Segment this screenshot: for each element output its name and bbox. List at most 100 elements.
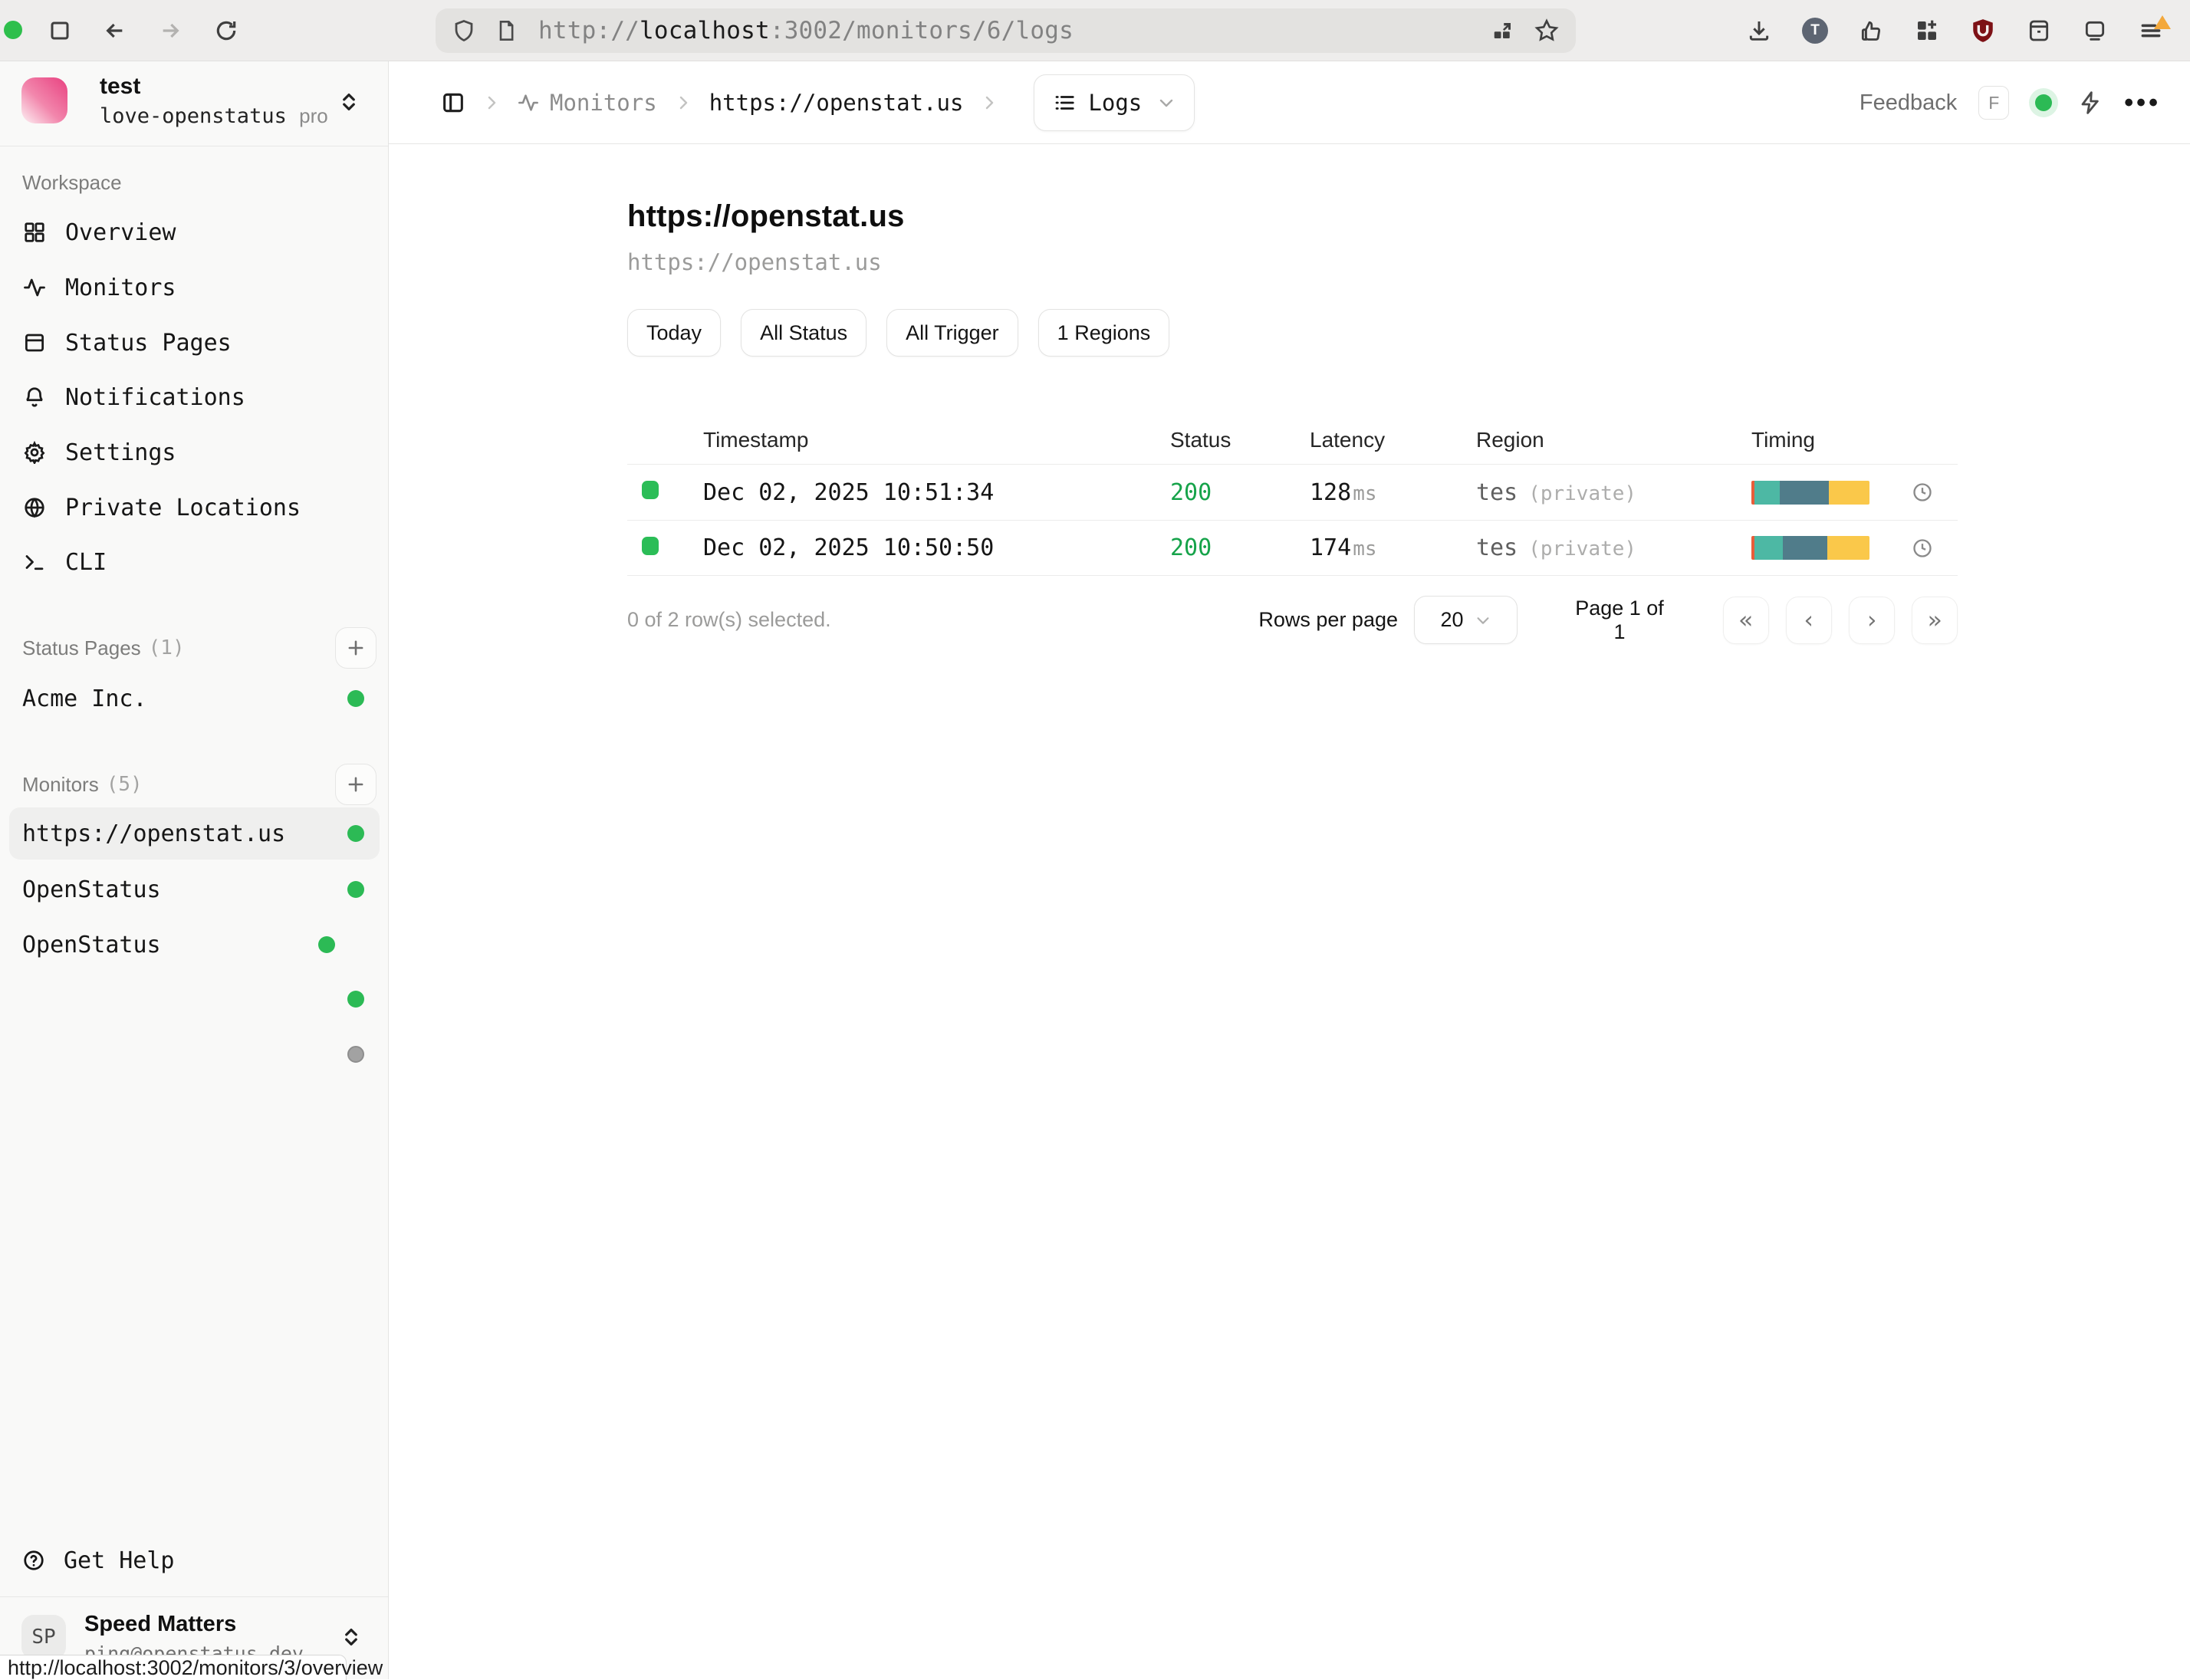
monitor-item-openstatus-1[interactable]: OpenStatus [9,863,380,916]
chevron-right-icon [482,94,501,112]
list-icon [1053,91,1076,114]
chevron-right-icon [980,94,998,112]
status-page-item-acme[interactable]: Acme Inc. [9,676,380,722]
shield-icon[interactable] [452,18,475,43]
timing-segment [1827,536,1869,560]
filter-status[interactable]: All Status [741,309,866,357]
cell-region: tes(private) [1476,534,1751,561]
sidebar-item-private-locations[interactable]: Private Locations [9,480,380,535]
extension-t-icon[interactable]: T [1798,14,1832,48]
reload-button[interactable] [209,0,243,61]
chevron-down-icon [1475,612,1491,629]
view-selector-logs[interactable]: Logs [1034,74,1195,131]
cell-status: 200 [1170,479,1310,506]
reader-view-icon[interactable] [1491,19,1514,42]
chevron-down-icon [1157,94,1176,112]
monitor-item-openstatus-2[interactable]: OpenStatus [9,919,380,971]
table-header-row: Timestamp Status Latency Region Timing [627,416,1958,464]
col-latency[interactable]: Latency [1310,428,1476,452]
get-help-button[interactable]: Get Help [9,1537,380,1583]
row-status-indicator [642,481,659,499]
monitor-item-openstat-us[interactable]: https://openstat.us [9,807,380,860]
alert-badge [2154,15,2171,29]
col-region[interactable]: Region [1476,428,1751,452]
timing-bar [1751,481,1869,505]
app-header: Monitors https://openstat.us Logs Feedba… [389,61,2190,144]
rows-selected-text: 0 of 2 row(s) selected. [627,608,831,632]
add-status-page-button[interactable] [335,627,377,669]
sidebar-toggle-icon[interactable] [43,0,77,61]
sidebar-item-monitors[interactable]: Monitors [9,260,380,315]
statusbar-link-preview: http://localhost:3002/monitors/3/overvie… [0,1655,347,1680]
more-options-button[interactable]: ••• [2124,95,2161,110]
status-dot-green [347,881,364,898]
archive-box-icon[interactable] [2022,14,2056,48]
row-status-indicator [642,537,659,555]
timing-segment [1829,481,1869,505]
plan-badge: pro [299,104,328,127]
log-row[interactable]: Dec 02, 2025 10:50:50 200 174ms tes(priv… [627,520,1958,576]
tab-device-icon[interactable] [2078,14,2112,48]
first-page-button[interactable]: « [1723,597,1769,644]
filter-trigger[interactable]: All Trigger [886,309,1018,357]
feedback-shortcut-key: F [1978,86,2009,120]
monitors-section-label: Monitors(5) [22,769,143,800]
prev-page-button[interactable]: ‹ [1786,597,1832,644]
terminal-icon [22,551,47,574]
feedback-link[interactable]: Feedback [1860,90,1957,116]
filter-regions[interactable]: 1 Regions [1038,309,1170,357]
timing-bar [1751,536,1869,560]
monitor-item-unnamed-2[interactable] [9,1028,380,1080]
sidebar-item-notifications[interactable]: Notifications [9,370,380,425]
sidebar-item-settings[interactable]: Settings [9,425,380,480]
add-monitor-button[interactable] [335,764,377,805]
download-icon[interactable] [1742,14,1776,48]
chevrons-up-down-icon [340,1626,363,1649]
back-button[interactable] [98,0,132,61]
filter-date[interactable]: Today [627,309,721,357]
col-timing[interactable]: Timing [1751,428,1886,452]
lightning-icon[interactable] [2078,90,2103,115]
log-row[interactable]: Dec 02, 2025 10:51:34 200 128ms tes(priv… [627,464,1958,520]
ublock-shield-icon[interactable] [1966,14,2000,48]
breadcrumb-monitors[interactable]: Monitors [518,90,657,116]
timing-segment [1783,536,1828,560]
url-text: http://localhost:3002/monitors/6/logs [538,17,1074,44]
sidebar-item-overview[interactable]: Overview [9,205,380,260]
activity-icon [22,276,47,299]
thumb-extension-icon[interactable] [1854,14,1888,48]
workspace-name: test [100,74,140,100]
url-bar[interactable]: http://localhost:3002/monitors/6/logs [436,8,1576,53]
col-status[interactable]: Status [1170,428,1310,452]
table-pagination: 0 of 2 row(s) selected. Rows per page 20… [627,596,1958,644]
rows-per-page-select[interactable]: 20 [1414,596,1518,644]
breadcrumb-monitor-url[interactable]: https://openstat.us [709,90,964,116]
cell-timestamp: Dec 02, 2025 10:51:34 [703,479,1170,506]
window-traffic-light[interactable] [4,21,22,39]
sidebar-item-cli[interactable]: CLI [9,534,380,590]
col-timestamp[interactable]: Timestamp [703,428,1170,452]
cell-latency: 128ms [1310,479,1476,506]
clock-icon[interactable] [1886,482,1958,503]
bookmark-star-icon[interactable] [1534,18,1559,43]
system-status-dot[interactable] [2035,94,2052,111]
last-page-button[interactable]: » [1912,597,1958,644]
clock-icon[interactable] [1886,538,1958,559]
menu-icon[interactable] [2134,14,2168,48]
status-dot-green [347,991,364,1008]
forward-button[interactable] [153,0,187,61]
cell-region: tes(private) [1476,479,1751,506]
cell-timestamp: Dec 02, 2025 10:50:50 [703,534,1170,561]
page-icon[interactable] [495,18,517,43]
next-page-button[interactable]: › [1849,597,1895,644]
workspace-switcher[interactable]: test love-openstatus pro [0,61,388,146]
extensions-grid-icon[interactable] [1910,14,1944,48]
filter-bar: Today All Status All Trigger 1 Regions [627,309,1958,357]
page-info: Page 1 of 1 [1568,597,1671,644]
page-subtitle: https://openstat.us [627,249,1958,275]
browser-toolbar: http://localhost:3002/monitors/6/logs T [0,0,2190,61]
sidebar-item-status-pages[interactable]: Status Pages [9,315,380,370]
page-content: https://openstat.us https://openstat.us … [389,144,2190,1679]
monitor-item-unnamed-1[interactable] [9,973,380,1025]
panel-left-icon[interactable] [441,90,465,115]
